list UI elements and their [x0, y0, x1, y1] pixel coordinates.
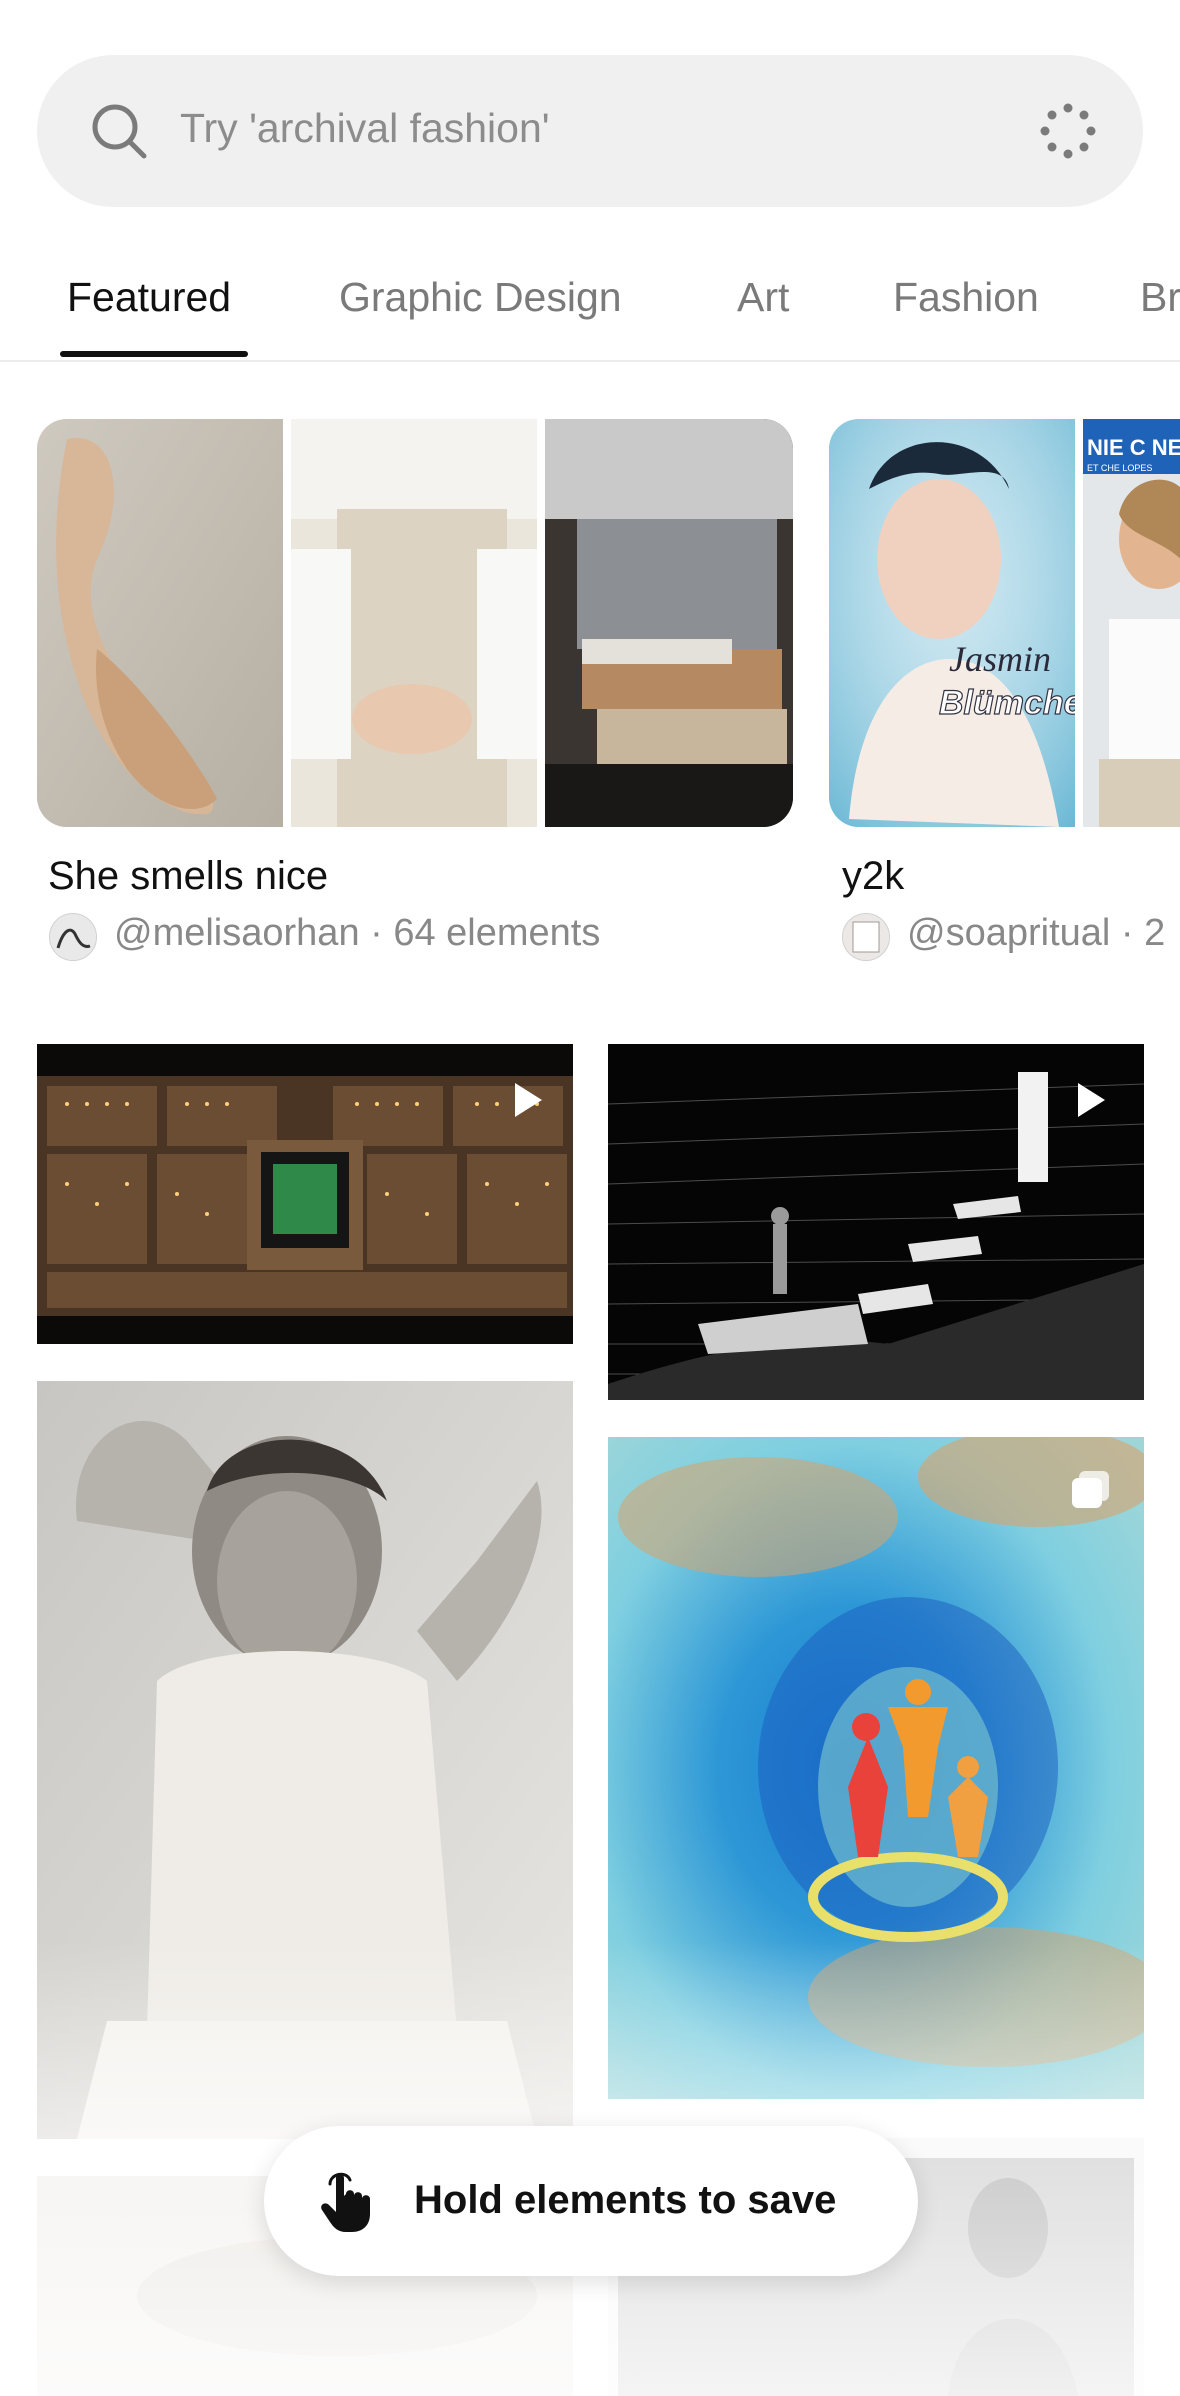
- tile-image: [608, 1044, 1144, 1400]
- carousel-icon: [1072, 1471, 1109, 1508]
- tab-art[interactable]: Art: [737, 274, 789, 321]
- element-tile-video[interactable]: [37, 1044, 573, 1344]
- category-tabs: Featured Graphic Design Art Fashion Br: [0, 240, 1180, 362]
- collection-element-count: · 2: [1120, 912, 1166, 954]
- collection-cover[interactable]: Jasmin Blümchen NIE C NEVE ET CHE LOPES: [829, 419, 1180, 827]
- tab-partial[interactable]: Br: [1140, 274, 1180, 321]
- collection-element-count: · 64 elements: [370, 912, 601, 954]
- search-icon: [92, 104, 147, 159]
- creator-handle[interactable]: @soapritual: [907, 912, 1110, 954]
- creator-handle[interactable]: @melisaorhan: [114, 912, 360, 954]
- avatar-image: [843, 914, 889, 960]
- tab-graphic-design[interactable]: Graphic Design: [339, 274, 622, 321]
- tile-image: [37, 1044, 573, 1344]
- collection-cover-collage: Jasmin Blümchen NIE C NEVE ET CHE LOPES: [829, 419, 1180, 827]
- tap-hand-icon: [321, 2172, 370, 2232]
- hold-to-save-toast: Hold elements to save: [264, 2126, 918, 2276]
- collection-cover-collage: [37, 419, 793, 827]
- tab-fashion[interactable]: Fashion: [893, 274, 1039, 321]
- cd-banner-subtext: ET CHE LOPES: [1087, 463, 1152, 473]
- active-tab-indicator: [60, 351, 248, 357]
- tab-featured[interactable]: Featured: [67, 274, 231, 321]
- creator-avatar[interactable]: [842, 913, 890, 961]
- cover-script-name: Jasmin: [949, 639, 1051, 679]
- collection-title: y2k: [842, 854, 905, 898]
- creator-avatar[interactable]: [49, 913, 97, 961]
- collection-cover[interactable]: [37, 419, 793, 827]
- collection-title: She smells nice: [48, 854, 329, 898]
- search-bar[interactable]: Try 'archival fashion': [37, 55, 1143, 207]
- play-icon: [1078, 1083, 1105, 1117]
- loading-spinner-icon: [1040, 103, 1096, 159]
- toast-label: Hold elements to save: [414, 2178, 837, 2222]
- search-placeholder[interactable]: Try 'archival fashion': [180, 105, 550, 152]
- play-icon: [515, 1083, 542, 1117]
- cd-banner-text: NIE C NEVE: [1087, 435, 1180, 460]
- avatar-image: [50, 914, 96, 960]
- element-tile-video[interactable]: [608, 1044, 1144, 1400]
